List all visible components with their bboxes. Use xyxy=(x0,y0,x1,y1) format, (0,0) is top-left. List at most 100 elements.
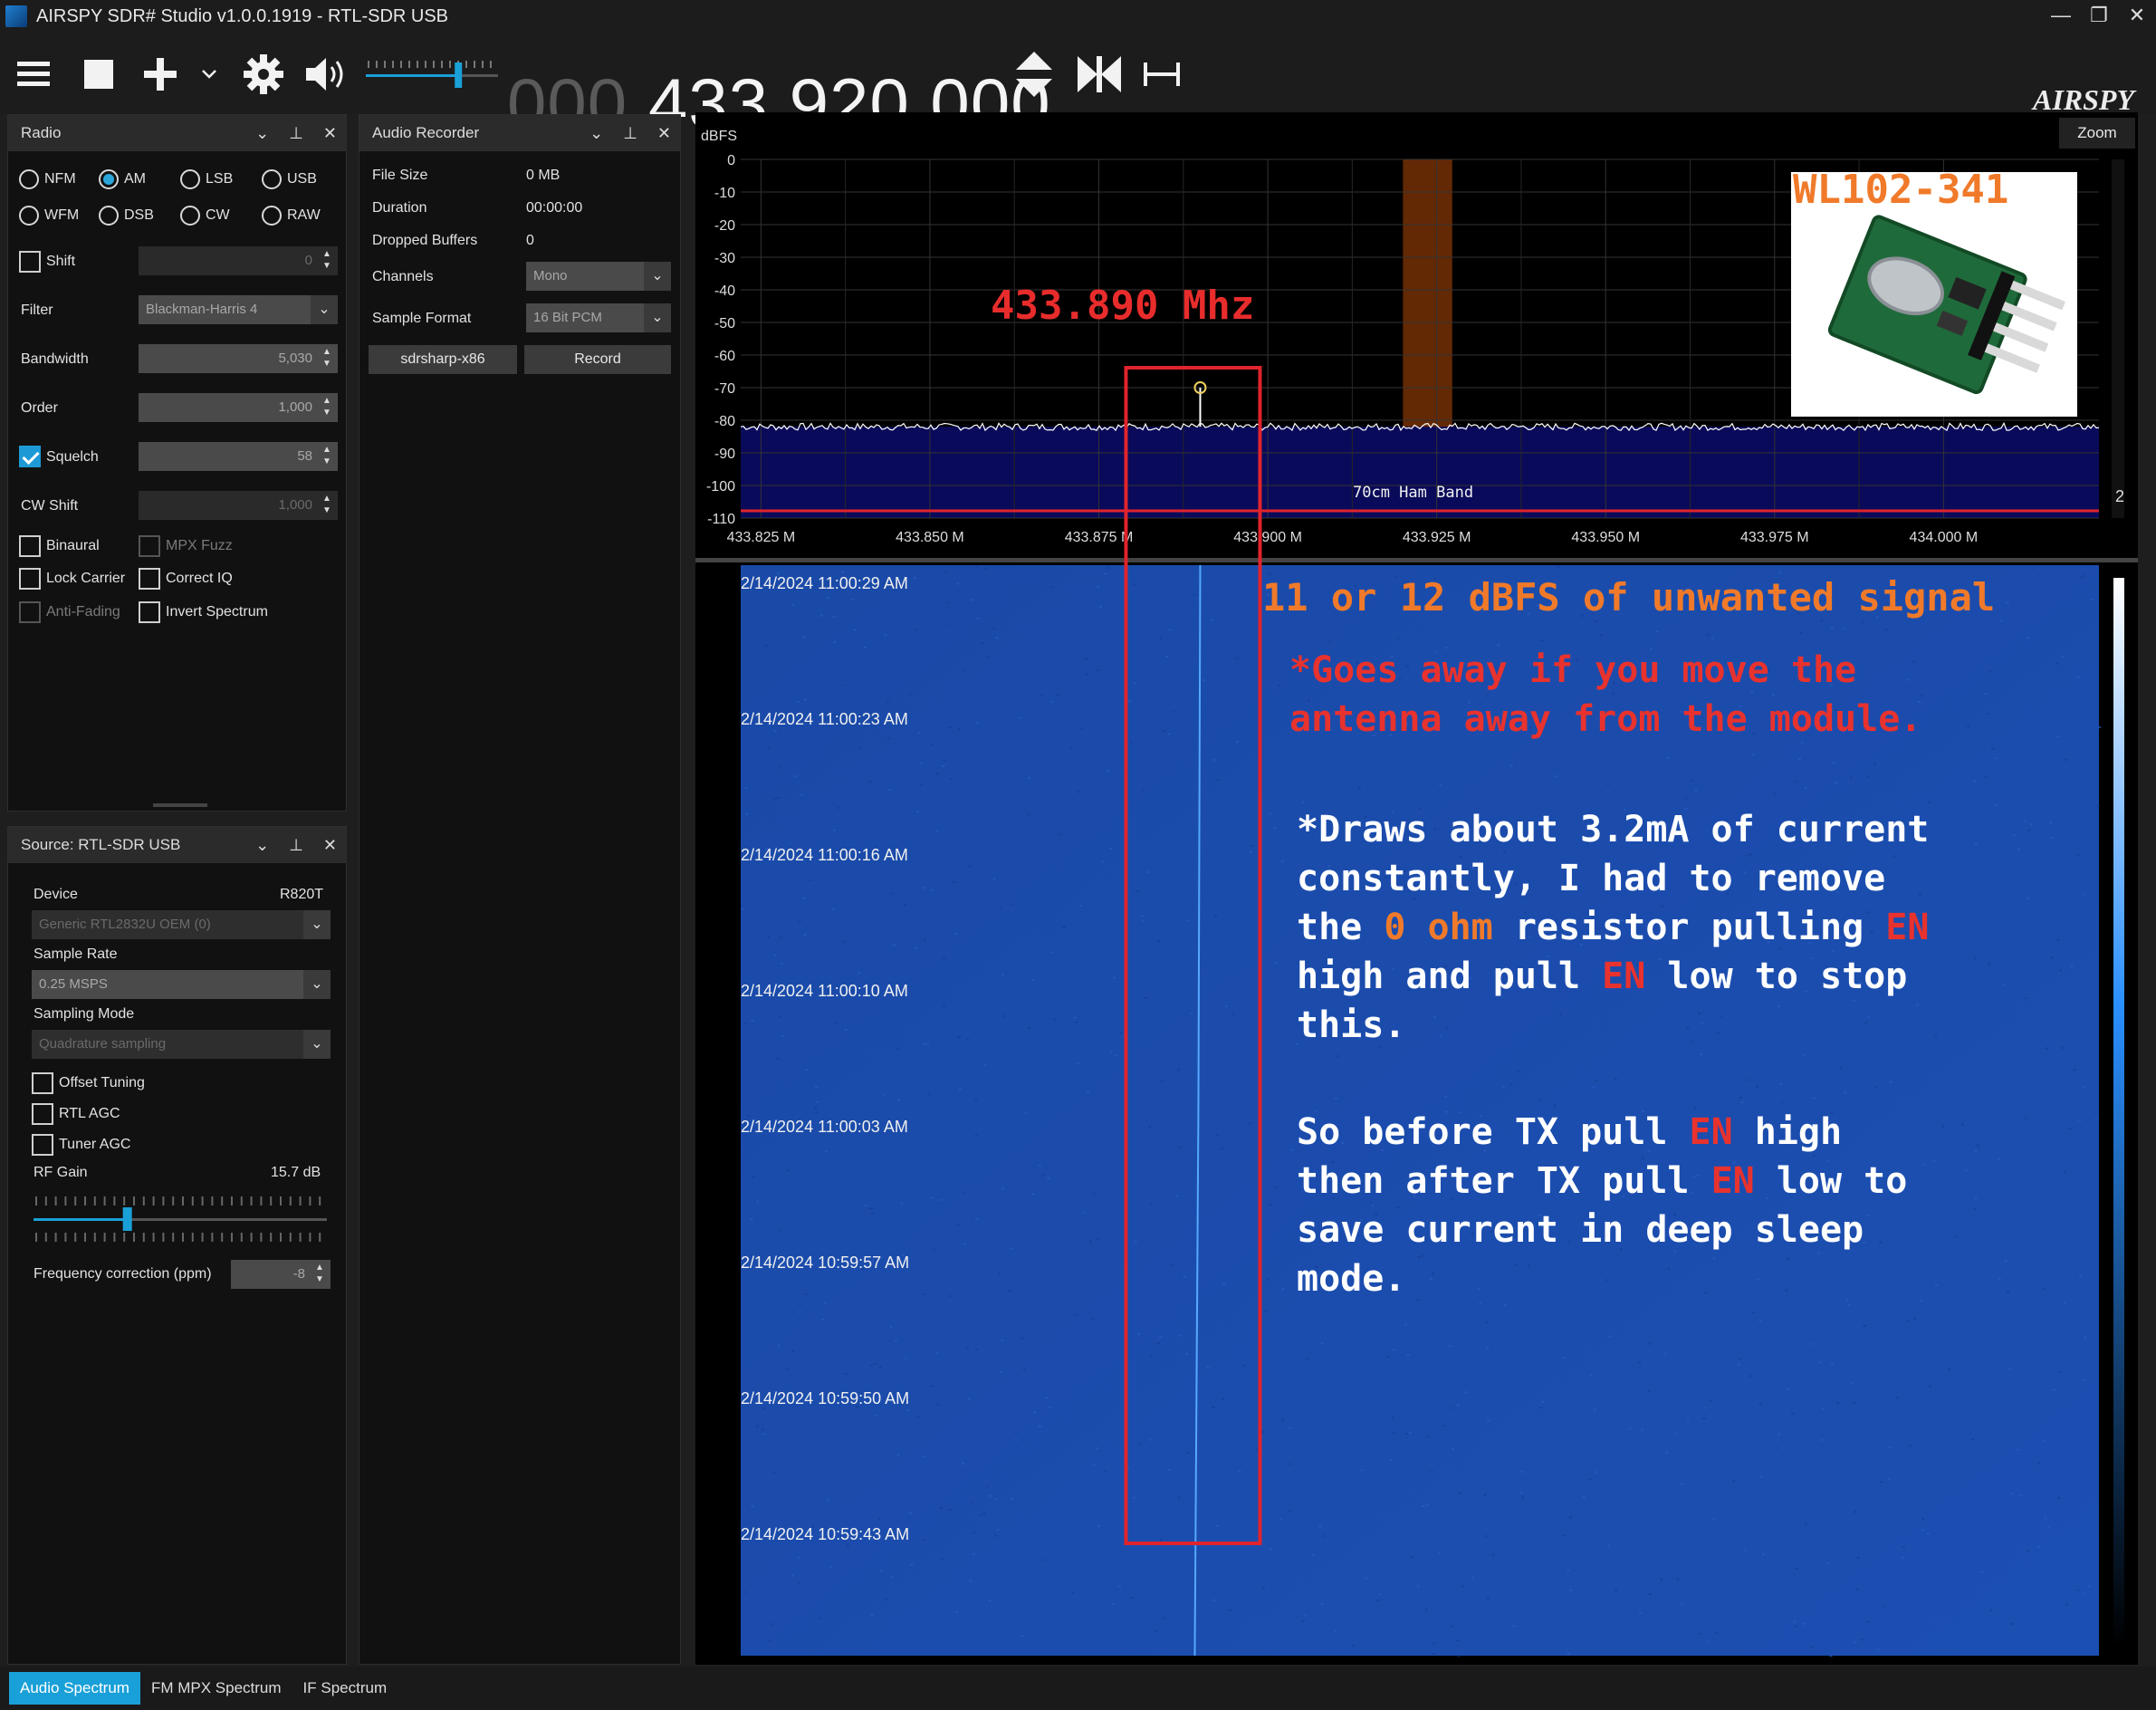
waterfall-speckle xyxy=(1787,1388,1790,1390)
rtlagc-checkbox[interactable] xyxy=(32,1103,53,1125)
mode-radio-lsb[interactable] xyxy=(180,169,200,189)
rfgain-tick xyxy=(260,1196,263,1206)
tab-fm-mpx-spectrum[interactable]: FM MPX Spectrum xyxy=(140,1672,292,1705)
waterfall-speckle xyxy=(1628,1427,1632,1430)
channels-select[interactable]: Mono ⌄ xyxy=(526,262,671,291)
waterfall-speckle xyxy=(1041,1174,1045,1177)
spinner-icon[interactable]: ▲ ▼ xyxy=(312,1262,327,1287)
mode-radio-cw[interactable] xyxy=(180,206,200,226)
close-icon[interactable]: ✕ xyxy=(657,124,671,143)
freqcorr-input[interactable]: -8 ▲ ▼ xyxy=(231,1260,331,1289)
waterfall-speckle xyxy=(970,599,973,601)
chevron-down-icon[interactable]: ⌄ xyxy=(303,970,331,999)
pin-icon[interactable]: ⊥ xyxy=(289,836,303,855)
waterfall-speckle xyxy=(773,730,777,733)
mpxfuzz-checkbox[interactable] xyxy=(139,535,160,557)
hamburger-icon[interactable] xyxy=(11,49,56,100)
mode-radio-dsb[interactable] xyxy=(99,206,119,226)
correctiq-checkbox[interactable] xyxy=(139,568,160,590)
waterfall-speckle xyxy=(886,1599,889,1601)
tab-if-spectrum[interactable]: IF Spectrum xyxy=(292,1672,398,1705)
add-icon[interactable] xyxy=(138,49,183,100)
chevron-down-icon[interactable]: ⌄ xyxy=(589,124,603,143)
mode-radio-nfm[interactable] xyxy=(19,169,39,189)
chevron-down-icon[interactable]: ⌄ xyxy=(303,1030,331,1059)
note-p1-line-3: the 0 ohm resistor pulling EN xyxy=(1297,904,1929,952)
tab-audio-spectrum[interactable]: Audio Spectrum xyxy=(9,1672,140,1705)
waterfall-speckle xyxy=(791,1350,795,1352)
lockcarrier-checkbox[interactable] xyxy=(19,568,41,590)
spectrum-area[interactable]: 0 -10 -20 -30 -40 -50 -60 -70 -80 -90 -100 -110 433.… xyxy=(695,112,2138,1665)
waterfall-speckle xyxy=(2044,1517,2047,1520)
span-icon[interactable] xyxy=(1139,49,1184,100)
chevron-down-icon[interactable]: ⌄ xyxy=(255,836,269,855)
pin-icon[interactable]: ⊥ xyxy=(289,124,303,143)
format-select[interactable]: 16 Bit PCM ⌄ xyxy=(526,303,671,332)
binaural-checkbox[interactable] xyxy=(19,535,41,557)
rfgain-tick xyxy=(280,1196,282,1206)
spinner-icon[interactable]: ▲ ▼ xyxy=(320,248,334,274)
spinner-icon[interactable]: ▲ ▼ xyxy=(320,346,334,371)
squelch-input[interactable]: 58 ▲ ▼ xyxy=(139,442,338,471)
shift-checkbox[interactable] xyxy=(19,251,41,273)
waterfall-speckle xyxy=(1077,791,1080,793)
chevron-down-icon[interactable]: ⌄ xyxy=(303,910,331,939)
antifading-checkbox[interactable] xyxy=(19,601,41,623)
waterfall-speckle xyxy=(982,1063,986,1066)
waterfall-speckle xyxy=(1109,1051,1113,1053)
minimize-button[interactable]: — xyxy=(2042,0,2080,33)
samplerate-select[interactable]: 0.25 MSPS ⌄ xyxy=(32,970,331,999)
speaker-icon[interactable] xyxy=(302,49,351,100)
waterfall-speckle xyxy=(2082,1379,2085,1381)
tuneragc-checkbox[interactable] xyxy=(32,1134,53,1156)
spinner-icon[interactable]: ▲ ▼ xyxy=(320,493,334,518)
waterfall-speckle xyxy=(756,1425,760,1427)
order-input[interactable]: 1,000 ▲ ▼ xyxy=(139,393,338,422)
mode-radio-raw[interactable] xyxy=(262,206,282,226)
shift-input[interactable]: 0 ▲ ▼ xyxy=(139,246,338,275)
invertspectrum-checkbox[interactable] xyxy=(139,601,160,623)
waterfall-speckle xyxy=(875,1414,878,1417)
rfgain-slider[interactable] xyxy=(32,1189,331,1253)
close-button[interactable]: ✕ xyxy=(2118,0,2156,33)
record-button[interactable]: Record xyxy=(524,345,671,374)
maximize-button[interactable]: ❐ xyxy=(2080,0,2118,33)
filter-select[interactable]: Blackman-Harris 4 ⌄ xyxy=(139,295,338,324)
close-icon[interactable]: ✕ xyxy=(323,836,337,855)
close-icon[interactable]: ✕ xyxy=(323,124,337,143)
note-p2-line-2: then after TX pull EN low to xyxy=(1297,1158,1907,1206)
cwshift-input[interactable]: 1,000 ▲ ▼ xyxy=(139,491,338,520)
bandwidth-input[interactable]: 5,030 ▲ ▼ xyxy=(139,344,338,373)
chevron-down-icon[interactable]: ⌄ xyxy=(644,262,671,291)
waterfall-speckle xyxy=(1486,1347,1490,1350)
resize-handle[interactable] xyxy=(153,803,207,807)
chevron-down-icon[interactable]: ⌄ xyxy=(311,295,338,324)
waterfall-speckle xyxy=(2008,1368,2012,1370)
chevron-down-icon[interactable]: ⌄ xyxy=(644,303,671,332)
squelch-checkbox[interactable] xyxy=(19,446,41,467)
waterfall-speckle xyxy=(743,1022,747,1024)
updown-arrows-icon[interactable] xyxy=(1011,49,1058,100)
skip-icon[interactable] xyxy=(1074,49,1125,100)
gear-icon[interactable] xyxy=(239,49,288,100)
zoom-button[interactable]: Zoom xyxy=(2059,118,2135,149)
spinner-icon[interactable]: ▲ ▼ xyxy=(320,395,334,420)
waterfall-speckle xyxy=(1216,1524,1220,1527)
pin-icon[interactable]: ⊥ xyxy=(623,124,637,143)
waterfall-speckle xyxy=(976,617,980,620)
device-select[interactable]: Generic RTL2832U OEM (0) ⌄ xyxy=(32,910,331,939)
mode-radio-am[interactable] xyxy=(99,169,119,189)
offsettuning-checkbox[interactable] xyxy=(32,1072,53,1094)
filename-field[interactable]: sdrsharp-x86 xyxy=(369,345,517,374)
volume-slider[interactable] xyxy=(364,49,500,100)
waterfall-speckle xyxy=(1010,1247,1013,1250)
stop-icon[interactable] xyxy=(76,49,121,100)
mode-radio-usb[interactable] xyxy=(262,169,282,189)
rfgain-tick xyxy=(289,1196,292,1206)
samplingmode-select[interactable]: Quadrature sampling ⌄ xyxy=(32,1030,331,1059)
spinner-icon[interactable]: ▲ ▼ xyxy=(320,444,334,469)
chevron-down-icon[interactable]: ⌄ xyxy=(255,124,269,143)
chevron-down-icon[interactable] xyxy=(196,49,223,100)
rfgain-tick xyxy=(211,1196,214,1206)
mode-radio-wfm[interactable] xyxy=(19,206,39,226)
